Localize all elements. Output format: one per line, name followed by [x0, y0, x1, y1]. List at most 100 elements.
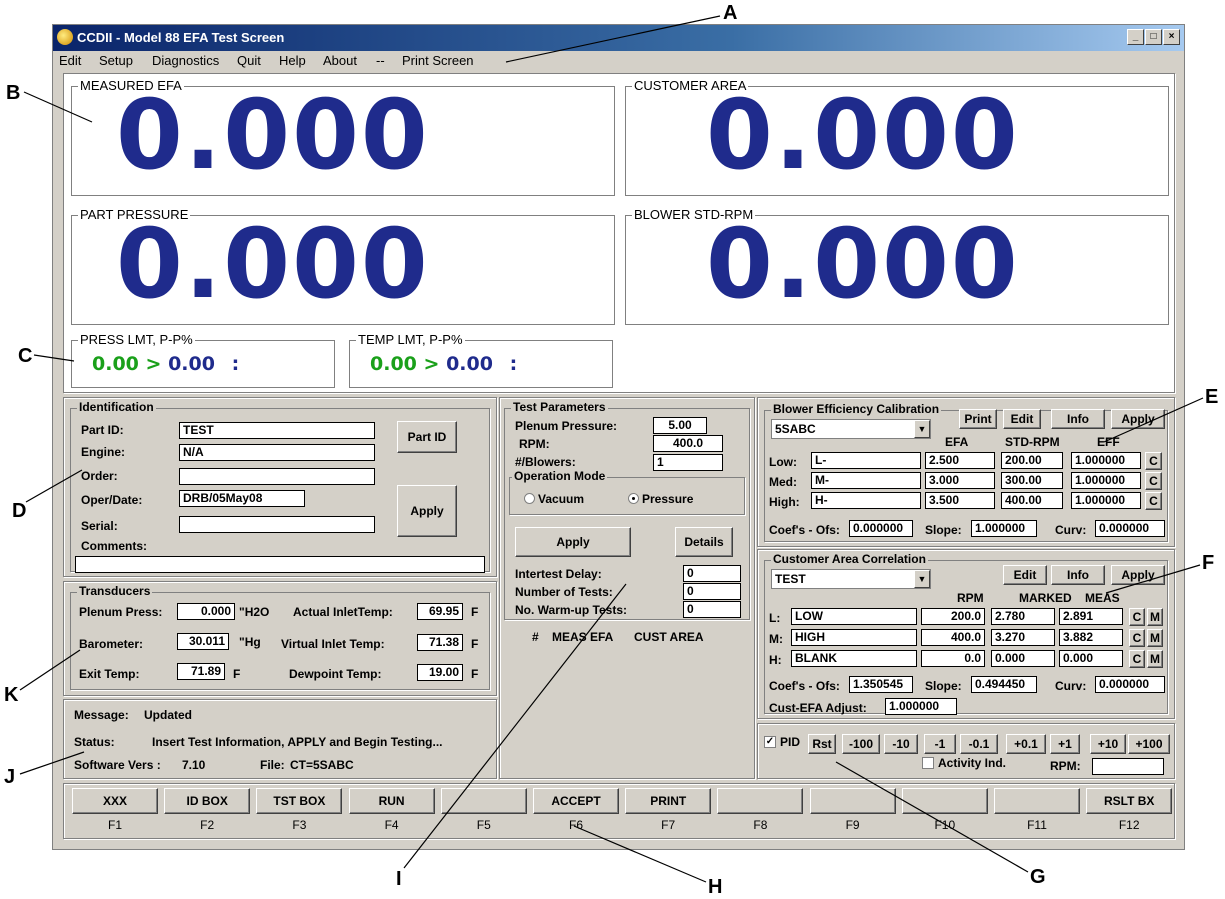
blower-row-rpm[interactable]: 400.00	[1001, 492, 1063, 509]
fkey-button-f1[interactable]: XXX	[72, 788, 158, 814]
press-limit-label: PRESS LMT, P-P%	[78, 332, 195, 347]
fkey-button-f4[interactable]: RUN	[348, 788, 435, 814]
blower-calibration-select[interactable]: 5SABC ▼	[771, 419, 931, 439]
customer-row-clear-button[interactable]: C	[1129, 650, 1145, 668]
intertest-delay-field[interactable]: 0	[683, 565, 741, 582]
serial-field[interactable]	[179, 516, 375, 533]
blower-row-eff[interactable]: 1.000000	[1071, 472, 1141, 489]
menu-quit[interactable]: Quit	[237, 53, 261, 68]
fkey-button-f2[interactable]: ID BOX	[164, 788, 251, 814]
pid-plus-1-button[interactable]: +1	[1050, 734, 1080, 754]
fkey-button-f9[interactable]	[809, 788, 896, 814]
blower-row-clear-button[interactable]: C	[1145, 472, 1162, 490]
rpm-field[interactable]: 400.0	[653, 435, 723, 452]
pid-checkbox[interactable]: ✓	[764, 736, 776, 748]
blower-row-rpm[interactable]: 200.00	[1001, 452, 1063, 469]
fkey-button-f11[interactable]	[994, 788, 1080, 814]
blower-row-eff[interactable]: 1.000000	[1071, 452, 1141, 469]
minimize-button[interactable]: _	[1127, 29, 1144, 45]
blower-row-clear-button[interactable]: C	[1145, 452, 1162, 470]
order-field[interactable]	[179, 468, 375, 485]
customer-edit-button[interactable]: Edit	[1003, 565, 1047, 585]
customer-info-button[interactable]: Info	[1051, 565, 1105, 585]
fkey-label-f7: F7	[661, 818, 676, 832]
customer-row-rpm[interactable]: 400.0	[921, 629, 985, 646]
blower-row-clear-button[interactable]: C	[1145, 492, 1162, 510]
blower-row-rpm[interactable]: 300.00	[1001, 472, 1063, 489]
fkey-button-f3[interactable]: TST BOX	[256, 788, 343, 814]
customer-area-select[interactable]: TEST ▼	[771, 569, 931, 589]
oper-date-field[interactable]: DRB/05May08	[179, 490, 305, 507]
pressure-radio[interactable]: Pressure	[628, 492, 693, 506]
customer-row-clear-button[interactable]: C	[1129, 629, 1145, 647]
fkey-button-f7[interactable]: PRINT	[625, 788, 712, 814]
blower-edit-button[interactable]: Edit	[1003, 409, 1041, 429]
customer-row-rpm[interactable]: 0.0	[921, 650, 985, 667]
fkey-button-f6[interactable]: ACCEPT	[533, 788, 619, 814]
customer-row-name[interactable]: LOW	[791, 608, 917, 625]
customer-row-marked[interactable]: 0.000	[991, 650, 1055, 667]
restore-button[interactable]: □	[1145, 29, 1162, 45]
customer-row-clear-button[interactable]: C	[1129, 608, 1145, 626]
menu-print-screen[interactable]: Print Screen	[402, 53, 474, 68]
menu-diagnostics[interactable]: Diagnostics	[152, 53, 219, 68]
blower-row-name[interactable]: M-	[811, 472, 921, 489]
customer-row-marked[interactable]: 3.270	[991, 629, 1055, 646]
pid-minus-100-button[interactable]: -100	[842, 734, 880, 754]
customer-row-meas[interactable]: 2.891	[1059, 608, 1123, 625]
blower-row-efa[interactable]: 2.500	[925, 452, 995, 469]
customer-row-name[interactable]: BLANK	[791, 650, 917, 667]
customer-row-name[interactable]: HIGH	[791, 629, 917, 646]
part-id-button[interactable]: Part ID	[397, 421, 457, 453]
title-bar[interactable]: CCDII - Model 88 EFA Test Screen _ □ ×	[53, 25, 1184, 51]
blower-row-name[interactable]: L-	[811, 452, 921, 469]
menu-edit[interactable]: Edit	[59, 53, 81, 68]
activity-checkbox[interactable]	[922, 757, 934, 769]
pid-plus-100-button[interactable]: +100	[1128, 734, 1170, 754]
blower-row-name[interactable]: H-	[811, 492, 921, 509]
menu-setup[interactable]: Setup	[99, 53, 133, 68]
details-button[interactable]: Details	[675, 527, 733, 557]
customer-row-meas[interactable]: 3.882	[1059, 629, 1123, 646]
engine-field[interactable]: N/A	[179, 444, 375, 461]
customer-row-measure-button[interactable]: M	[1147, 629, 1163, 647]
blowers-field[interactable]: 1	[653, 454, 723, 471]
pid-reset-button[interactable]: Rst	[808, 734, 836, 754]
test-apply-button[interactable]: Apply	[515, 527, 631, 557]
press-limit-v1: 0.00	[92, 353, 139, 375]
menu-about[interactable]: About	[323, 53, 357, 68]
pid-plus-10-button[interactable]: +10	[1090, 734, 1126, 754]
part-id-field[interactable]: TEST	[179, 422, 375, 439]
identification-panel: Identification Part ID: TEST Engine: N/A…	[63, 397, 497, 577]
warmup-tests-field[interactable]: 0	[683, 601, 741, 618]
customer-apply-button[interactable]: Apply	[1111, 565, 1165, 585]
vacuum-radio[interactable]: Vacuum	[524, 492, 584, 506]
customer-row-meas[interactable]: 0.000	[1059, 650, 1123, 667]
fkey-button-f10[interactable]	[901, 788, 988, 814]
blower-row-efa[interactable]: 3.000	[925, 472, 995, 489]
customer-row-marked[interactable]: 2.780	[991, 608, 1055, 625]
cust-efa-adjust-field[interactable]: 1.000000	[885, 698, 957, 715]
fkey-button-f5[interactable]	[440, 788, 527, 814]
dewpoint-temp-unit: F	[471, 667, 479, 681]
blower-apply-button[interactable]: Apply	[1111, 409, 1165, 429]
blower-row-eff[interactable]: 1.000000	[1071, 492, 1141, 509]
pid-minus-10-button[interactable]: -10	[884, 734, 918, 754]
blower-info-button[interactable]: Info	[1051, 409, 1105, 429]
customer-row-rpm[interactable]: 200.0	[921, 608, 985, 625]
pid-minus-1-button[interactable]: -1	[924, 734, 956, 754]
blower-print-button[interactable]: Print	[959, 409, 997, 429]
plenum-pressure-field[interactable]: 5.00	[653, 417, 707, 434]
menu-help[interactable]: Help	[279, 53, 306, 68]
pid-minus-0-1-button[interactable]: -0.1	[960, 734, 998, 754]
customer-row-measure-button[interactable]: M	[1147, 608, 1163, 626]
blower-row-efa[interactable]: 3.500	[925, 492, 995, 509]
close-button[interactable]: ×	[1163, 29, 1180, 45]
identification-apply-button[interactable]: Apply	[397, 485, 457, 537]
customer-row-measure-button[interactable]: M	[1147, 650, 1163, 668]
pid-plus-0-1-button[interactable]: +0.1	[1006, 734, 1046, 754]
comments-field[interactable]	[75, 556, 485, 573]
fkey-button-f8[interactable]	[717, 788, 804, 814]
number-of-tests-field[interactable]: 0	[683, 583, 741, 600]
fkey-button-f12[interactable]: RSLT BX	[1086, 788, 1173, 814]
